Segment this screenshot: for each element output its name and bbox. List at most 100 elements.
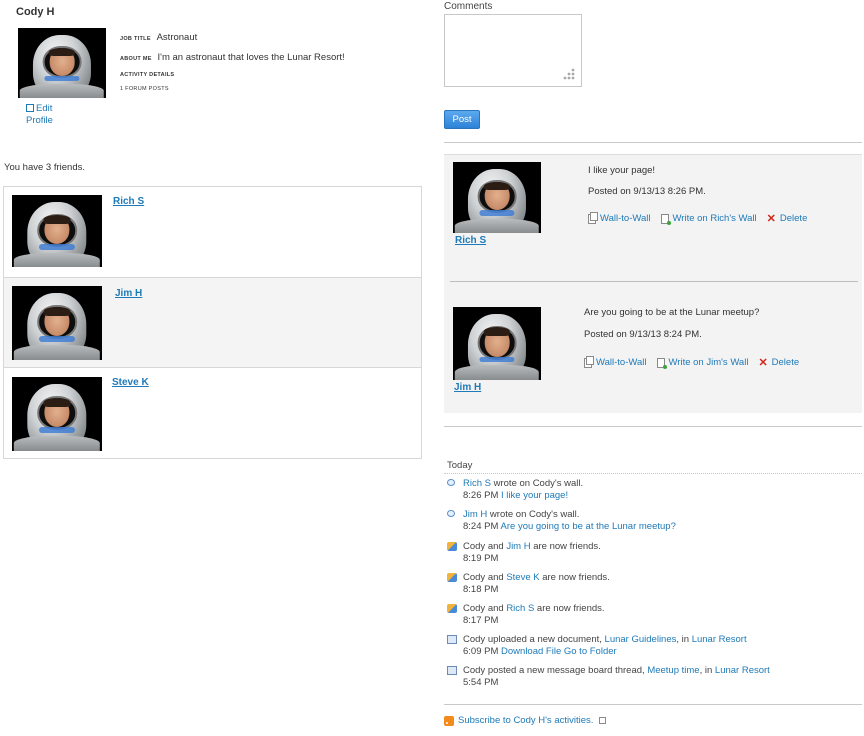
- thread-link[interactable]: Meetup time: [647, 665, 699, 676]
- activity-time: 8:17 PM: [463, 615, 499, 626]
- activity-pre: Cody posted a new message board thread,: [463, 665, 648, 676]
- activity-mid: , in: [699, 665, 715, 676]
- profile-name: Cody H: [16, 6, 55, 18]
- job-title-label: Job Title: [120, 36, 151, 42]
- friend-name-link[interactable]: Jim H: [115, 288, 142, 299]
- write-on-wall-label[interactable]: Write on Rich's Wall: [673, 213, 757, 224]
- profile-label[interactable]: Profile: [26, 115, 53, 126]
- message-board-icon: [447, 666, 457, 675]
- wall-message: I like your page!: [588, 165, 656, 176]
- activity-actor-link[interactable]: Jim H: [463, 509, 487, 520]
- wall-entry: Jim H Are you going to be at the Lunar m…: [444, 297, 862, 414]
- friend-row: Steve K: [4, 368, 421, 458]
- site-link[interactable]: Lunar Resort: [715, 665, 770, 676]
- activity-pre: Cody and: [463, 541, 507, 552]
- document-link[interactable]: Lunar Guidelines: [605, 634, 677, 645]
- write-on-wall-label[interactable]: Write on Jim's Wall: [669, 357, 749, 368]
- download-file-link[interactable]: Download File: [501, 646, 561, 657]
- friend-row: Rich S: [4, 187, 421, 278]
- poster-avatar[interactable]: [453, 307, 541, 380]
- poster-name-link[interactable]: Jim H: [454, 382, 481, 393]
- delete-label[interactable]: Delete: [780, 213, 807, 224]
- activity-text: are now friends.: [539, 572, 610, 583]
- activity-details-label: Activity Details: [120, 72, 175, 78]
- friends-count: You have 3 friends.: [4, 162, 85, 173]
- divider: [444, 704, 862, 705]
- friend-avatar[interactable]: [12, 286, 102, 360]
- about-me-label: About Me: [120, 56, 152, 62]
- wall-message: Are you going to be at the Lunar meetup?: [584, 307, 760, 318]
- profile-avatar: [18, 28, 106, 98]
- edit-icon: [26, 104, 34, 112]
- activity-time: 8:19 PM: [463, 553, 499, 564]
- activity-actor-link[interactable]: Jim H: [506, 541, 530, 552]
- wall-to-wall-icon: [588, 211, 598, 224]
- delete-link[interactable]: ✕ Delete: [758, 357, 799, 368]
- write-on-wall-link[interactable]: Write on Rich's Wall: [660, 213, 757, 225]
- resize-grip-icon[interactable]: [562, 67, 576, 81]
- post-button[interactable]: Post: [444, 110, 480, 129]
- poster-name-link[interactable]: Rich S: [455, 235, 486, 246]
- wall-to-wall-label[interactable]: Wall-to-Wall: [600, 213, 651, 224]
- wall-posted-date: Posted on 9/13/13 8:24 PM.: [584, 329, 702, 340]
- wall-posted-date: Posted on 9/13/13 8:26 PM.: [588, 186, 706, 197]
- poster-avatar[interactable]: [453, 162, 541, 233]
- activity-time: 8:26 PM: [463, 490, 499, 501]
- friend-avatar[interactable]: [12, 195, 102, 267]
- friend-avatar[interactable]: [12, 377, 102, 451]
- edit-profile-link[interactable]: Edit Profile: [26, 103, 53, 127]
- activity-text: are now friends.: [530, 541, 601, 552]
- go-to-folder-link[interactable]: Go to Folder: [564, 646, 617, 657]
- subscribe-row: Subscribe to Cody H's activities.: [444, 715, 607, 726]
- activities-day-label: Today: [447, 460, 473, 471]
- delete-icon: ✕: [766, 212, 776, 225]
- activity-actor-link[interactable]: Rich S: [463, 478, 491, 489]
- activity-time: 8:24 PM: [463, 521, 499, 532]
- wall-entries: Rich S I like your page! Posted on 9/13/…: [444, 154, 862, 413]
- wall-to-wall-label[interactable]: Wall-to-Wall: [596, 357, 647, 368]
- wall-to-wall-icon: [584, 355, 594, 368]
- friend-name-link[interactable]: Rich S: [113, 196, 144, 207]
- activity-pre: Cody and: [463, 572, 507, 583]
- wall-to-wall-link[interactable]: Wall-to-Wall: [584, 355, 647, 368]
- rss-icon: [444, 715, 454, 726]
- wall-to-wall-link[interactable]: Wall-to-Wall: [588, 211, 651, 224]
- activity-text: are now friends.: [534, 603, 605, 614]
- external-link-icon: [599, 717, 607, 724]
- comment-bubble-icon: [447, 510, 455, 517]
- job-title-row: Job Title Astronaut: [120, 32, 197, 43]
- write-icon: [660, 213, 671, 225]
- friends-icon: [447, 542, 457, 551]
- activity-pre: Cody uploaded a new document,: [463, 634, 605, 645]
- site-link[interactable]: Lunar Resort: [692, 634, 747, 645]
- friend-row: Jim H: [4, 278, 421, 368]
- write-on-wall-link[interactable]: Write on Jim's Wall: [656, 357, 749, 369]
- delete-link[interactable]: ✕ Delete: [767, 213, 808, 224]
- friends-icon: [447, 573, 457, 582]
- activity-time: 5:54 PM: [463, 677, 499, 688]
- activity-time: 6:09 PM: [463, 646, 499, 657]
- divider: [444, 142, 862, 143]
- dotted-divider: [444, 473, 862, 474]
- subscribe-link[interactable]: Subscribe to Cody H's activities.: [458, 715, 593, 726]
- activity-text: wrote on Cody's wall.: [487, 509, 580, 520]
- edit-label[interactable]: Edit: [36, 103, 52, 114]
- activity-detail-link[interactable]: I like your page!: [501, 490, 568, 501]
- activity-pre: Cody and: [463, 603, 507, 614]
- friends-list: Rich S Jim H Steve K: [3, 186, 422, 459]
- wall-actions: Wall-to-Wall Write on Rich's Wall ✕ Delet…: [588, 211, 808, 225]
- comments-label: Comments: [444, 1, 493, 12]
- activity-actor-link[interactable]: Rich S: [506, 603, 534, 614]
- activity-text: wrote on Cody's wall.: [490, 478, 584, 489]
- activity-time: 8:18 PM: [463, 584, 499, 595]
- about-me-value: I'm an astronaut that loves the Lunar Re…: [157, 52, 345, 63]
- delete-label[interactable]: Delete: [772, 357, 799, 368]
- document-icon: [447, 635, 457, 644]
- divider: [444, 426, 862, 427]
- write-icon: [656, 357, 667, 369]
- friend-name-link[interactable]: Steve K: [112, 377, 149, 388]
- comment-bubble-icon: [447, 479, 455, 486]
- activity-actor-link[interactable]: Steve K: [506, 572, 539, 583]
- entry-divider: [450, 281, 858, 282]
- activity-detail-link[interactable]: Are you going to be at the Lunar meetup?: [501, 521, 676, 532]
